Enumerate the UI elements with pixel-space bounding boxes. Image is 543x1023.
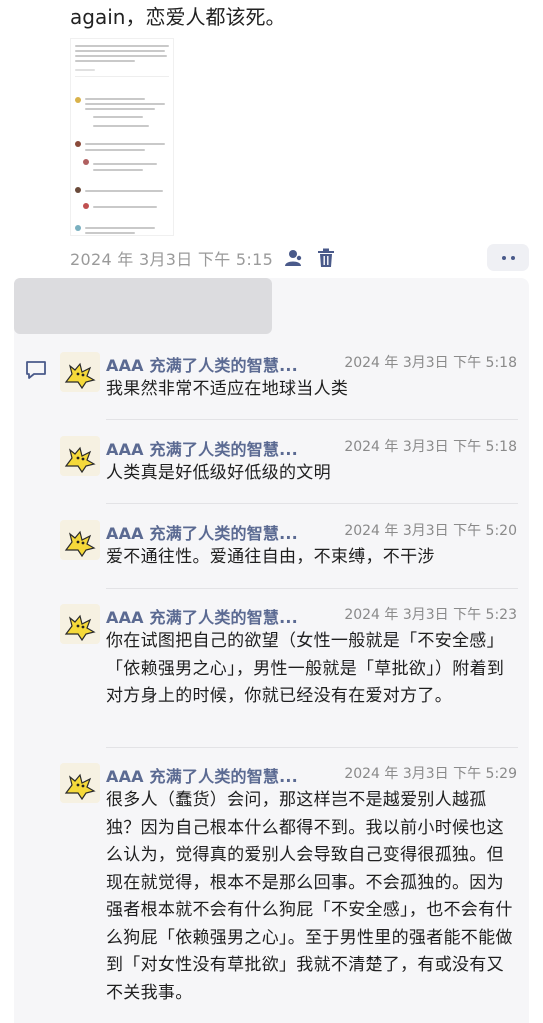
comment-text: 我果然非常不适应在地球当人类 <box>106 379 349 399</box>
comment-time: 2024 年 3月3日 下午 5:23 <box>344 607 517 623</box>
comment-text: 爱不通往性。爱通往自由，不束缚，不干涉 <box>106 547 435 567</box>
comment-time: 2024 年 3月3日 下午 5:18 <box>344 439 517 455</box>
comment-text: 很多人（蠢货）会问，那这样岂不是越爱别人越孤独？因为自己根本什么都得不到。我以前… <box>106 790 513 1003</box>
post-date: 2024 年 3月3日 下午 5:15 <box>70 250 274 269</box>
avatar[interactable] <box>60 436 100 476</box>
comment-item[interactable]: AAA 充满了人类的智慧... 2024 年 3月3日 下午 5:18 我果然非… <box>60 352 520 418</box>
comment-divider <box>106 419 518 420</box>
comment-author[interactable]: AAA 充满了人类的智慧... <box>106 763 334 787</box>
comment-time: 2024 年 3月3日 下午 5:18 <box>344 355 517 371</box>
comment-item[interactable]: AAA 充满了人类的智慧... 2024 年 3月3日 下午 5:23 你在试图… <box>60 604 520 740</box>
comment-author[interactable]: AAA 充满了人类的智慧... <box>106 520 334 544</box>
comment-time: 2024 年 3月3日 下午 5:29 <box>344 766 517 782</box>
comment-author[interactable]: AAA 充满了人类的智慧... <box>106 436 334 460</box>
post-meta-row: 2024 年 3月3日 下午 5:15 <box>70 246 337 270</box>
user-icon[interactable] <box>283 247 305 269</box>
comment-divider <box>106 588 518 589</box>
more-dot <box>510 255 515 260</box>
avatar[interactable] <box>60 763 100 803</box>
avatar[interactable] <box>60 604 100 644</box>
comment-author[interactable]: AAA 充满了人类的智慧... <box>106 604 334 628</box>
post-text: again，恋爱人都该死。 <box>70 5 286 29</box>
more-button[interactable] <box>487 244 529 271</box>
trash-icon[interactable] <box>315 247 337 269</box>
comment-author[interactable]: AAA 充满了人类的智慧... <box>106 352 334 376</box>
avatar[interactable] <box>60 520 100 560</box>
comment-item[interactable]: AAA 充满了人类的智慧... 2024 年 3月3日 下午 5:20 爱不通往… <box>60 520 520 586</box>
more-dot <box>501 255 506 260</box>
comment-text: 人类真是好低级好低级的文明 <box>106 463 331 483</box>
comment-divider <box>106 747 518 748</box>
comment-item[interactable]: AAA 充满了人类的智慧... 2024 年 3月3日 下午 5:29 很多人（… <box>60 763 520 1023</box>
comment-text: 你在试图把自己的欲望（女性一般就是「不安全感」「依赖强男之心」，男性一般就是「草… <box>106 631 505 706</box>
comment-time: 2024 年 3月3日 下午 5:20 <box>344 523 517 539</box>
comment-divider <box>106 503 518 504</box>
comment-item[interactable]: AAA 充满了人类的智慧... 2024 年 3月3日 下午 5:18 人类真是… <box>60 436 520 502</box>
avatar[interactable] <box>60 352 100 392</box>
comment-icon[interactable] <box>25 360 47 380</box>
post-image-thumbnail[interactable] <box>70 38 174 236</box>
blurred-region <box>14 278 272 334</box>
